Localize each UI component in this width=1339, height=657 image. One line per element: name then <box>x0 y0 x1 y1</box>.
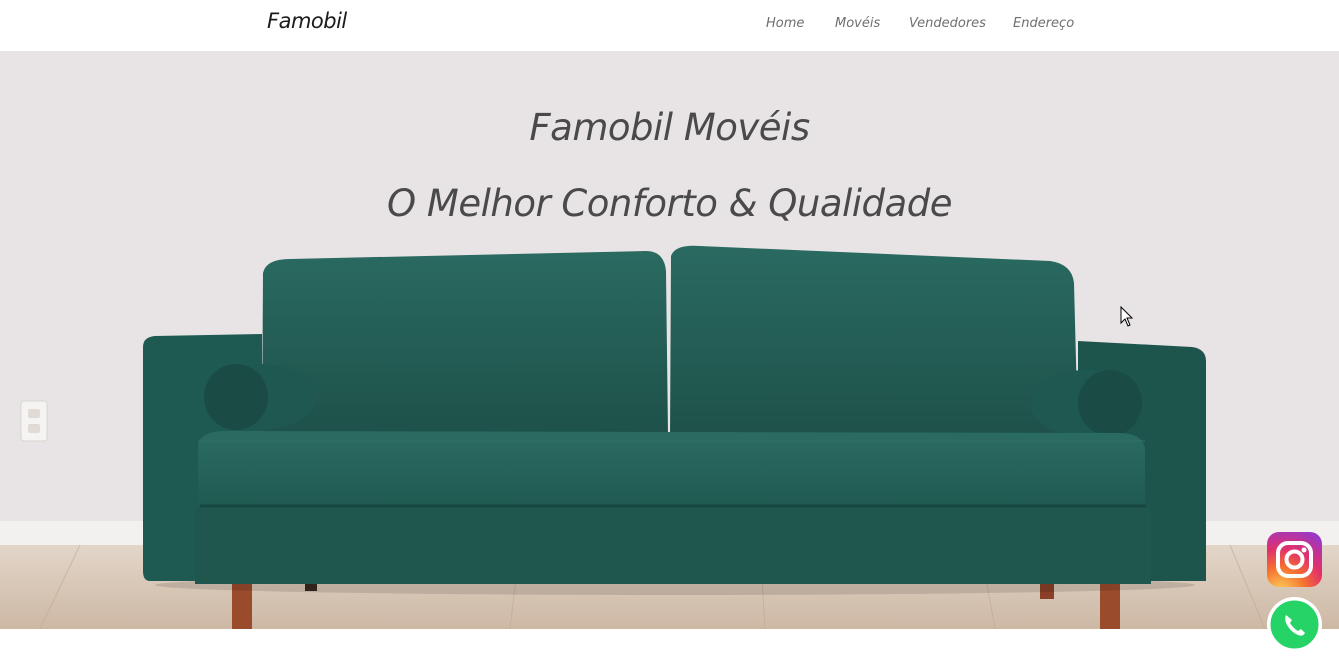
brand-logo-link[interactable]: Famobil <box>267 9 347 33</box>
nav-link-vendedores[interactable]: Vendedores <box>909 16 986 31</box>
hero-section: Famobil Movéis O Melhor Conforto & Quali… <box>0 51 1339 629</box>
mouse-cursor-icon <box>1120 306 1134 327</box>
hero-subtitle: O Melhor Conforto & Qualidade <box>387 182 952 225</box>
whatsapp-icon <box>1268 598 1321 651</box>
instagram-button[interactable] <box>1267 532 1322 587</box>
top-navbar: Famobil Home Movéis Vendedores Endereço <box>0 0 1339 51</box>
wall-outlet <box>20 400 48 442</box>
nav-link-moveis[interactable]: Movéis <box>835 16 880 31</box>
nav-link-home[interactable]: Home <box>766 16 804 31</box>
hero-title: Famobil Movéis <box>529 106 810 149</box>
nav-link-endereco[interactable]: Endereço <box>1013 16 1074 31</box>
instagram-icon <box>1276 541 1313 578</box>
whatsapp-button[interactable] <box>1267 597 1322 652</box>
